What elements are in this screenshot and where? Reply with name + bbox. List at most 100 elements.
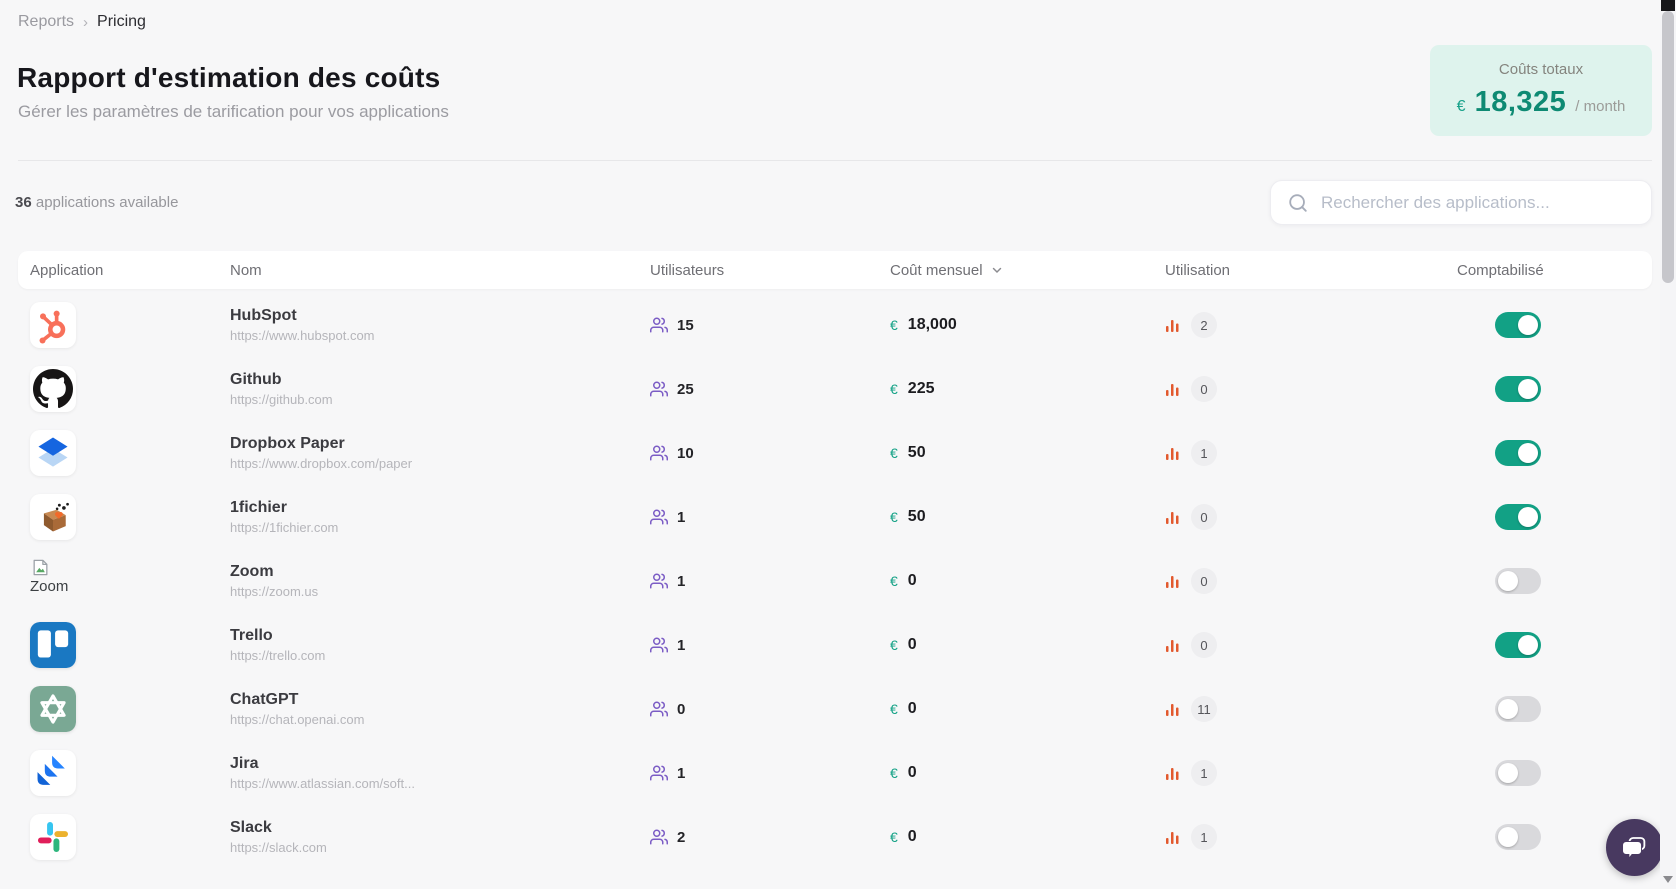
users-count: 1 xyxy=(677,764,686,782)
breadcrumb-separator-icon: › xyxy=(83,13,89,31)
applications-count-number: 36 xyxy=(15,194,32,211)
total-cost-period: / month xyxy=(1575,98,1626,115)
app-url: https://www.atlassian.com/soft... xyxy=(230,776,415,791)
1fichier-logo-icon xyxy=(30,494,76,540)
table-row: Github https://github.com 25 €225 0 xyxy=(18,357,1652,421)
usage-count-badge: 0 xyxy=(1191,568,1217,594)
euro-icon: € xyxy=(890,381,898,397)
euro-icon: € xyxy=(890,445,898,461)
bar-chart-icon xyxy=(1166,511,1179,524)
breadcrumb-current[interactable]: Pricing xyxy=(97,13,146,31)
app-name: Dropbox Paper xyxy=(230,435,345,452)
accounted-toggle[interactable] xyxy=(1495,632,1541,658)
bar-chart-icon xyxy=(1166,831,1179,844)
monthly-cost: 50 xyxy=(907,508,926,525)
search-input[interactable] xyxy=(1321,192,1635,213)
usage-count-badge: 0 xyxy=(1191,504,1217,530)
chat-launcher-button[interactable] xyxy=(1606,819,1663,876)
monthly-cost: 0 xyxy=(907,764,917,781)
users-count: 1 xyxy=(677,636,686,654)
column-header-accounted: Comptabilisé xyxy=(1457,261,1544,279)
users-count: 15 xyxy=(677,316,694,334)
page-title: Rapport d'estimation des coûts xyxy=(17,62,441,93)
usage-count-badge: 0 xyxy=(1191,632,1217,658)
table-row: Trello https://trello.com 1 €0 0 xyxy=(18,613,1652,677)
slack-logo-icon xyxy=(30,814,76,860)
applications-table: HubSpot https://www.hubspot.com 15 €18,00… xyxy=(18,293,1652,869)
scrollbar[interactable] xyxy=(1660,0,1676,889)
usage-count-badge: 1 xyxy=(1191,824,1217,850)
euro-icon: € xyxy=(890,701,898,717)
column-header-monthly-cost[interactable]: Coût mensuel xyxy=(890,262,1165,279)
users-icon xyxy=(650,445,668,461)
euro-icon: € xyxy=(890,765,898,781)
euro-icon: € xyxy=(890,637,898,653)
usage-count-badge: 2 xyxy=(1191,312,1217,338)
monthly-cost: 0 xyxy=(907,572,917,589)
users-count: 1 xyxy=(677,572,686,590)
total-cost-card: Coûts totaux € 18,325 / month xyxy=(1430,45,1652,136)
hubspot-logo-icon xyxy=(30,302,76,348)
bar-chart-icon xyxy=(1166,767,1179,780)
accounted-toggle[interactable] xyxy=(1495,504,1541,530)
accounted-toggle[interactable] xyxy=(1495,760,1541,786)
applications-count: 36 applications available xyxy=(15,194,178,211)
users-icon xyxy=(650,701,668,717)
monthly-cost: 0 xyxy=(907,700,917,717)
scrollbar-thumb[interactable] xyxy=(1662,11,1674,283)
total-cost-amount: 18,325 xyxy=(1474,86,1567,118)
app-url: https://github.com xyxy=(230,392,333,407)
euro-icon: € xyxy=(890,573,898,589)
bar-chart-icon xyxy=(1166,383,1179,396)
euro-icon: € xyxy=(890,317,898,333)
breadcrumb: Reports › Pricing xyxy=(18,13,146,31)
users-icon xyxy=(650,509,668,525)
total-cost-label: Coûts totaux xyxy=(1498,61,1584,78)
column-header-name: Nom xyxy=(230,261,262,279)
scrollbar-top-cap xyxy=(1661,0,1675,11)
scroll-down-arrow-icon[interactable] xyxy=(1663,876,1673,883)
accounted-toggle[interactable] xyxy=(1495,376,1541,402)
accounted-toggle[interactable] xyxy=(1495,440,1541,466)
table-row: Dropbox Paper https://www.dropbox.com/pap… xyxy=(18,421,1652,485)
app-name: ChatGPT xyxy=(230,691,299,708)
usage-count-badge: 0 xyxy=(1191,376,1217,402)
sort-chevron-down-icon xyxy=(992,267,1001,273)
users-icon xyxy=(650,829,668,845)
users-icon xyxy=(650,765,668,781)
users-icon xyxy=(650,637,668,653)
users-icon xyxy=(650,573,668,589)
trello-logo-icon xyxy=(30,622,76,668)
usage-count-badge: 1 xyxy=(1191,440,1217,466)
table-row: HubSpot https://www.hubspot.com 15 €18,00… xyxy=(18,293,1652,357)
app-name: Zoom xyxy=(230,563,274,580)
users-count: 0 xyxy=(677,700,686,718)
column-header-usage: Utilisation xyxy=(1165,261,1231,279)
app-url: https://www.hubspot.com xyxy=(230,328,375,343)
monthly-cost: 0 xyxy=(907,636,917,653)
app-name: Trello xyxy=(230,627,273,644)
search-box[interactable] xyxy=(1270,180,1652,225)
accounted-toggle[interactable] xyxy=(1495,696,1541,722)
euro-icon: € xyxy=(890,829,898,845)
accounted-toggle[interactable] xyxy=(1495,568,1541,594)
github-logo-icon xyxy=(30,366,76,412)
jira-logo-icon xyxy=(30,750,76,796)
monthly-cost: 225 xyxy=(907,380,935,397)
table-row: Zoom Zoom https://zoom.us 1 €0 0 xyxy=(18,549,1652,613)
accounted-toggle[interactable] xyxy=(1495,312,1541,338)
monthly-cost: 0 xyxy=(907,828,917,845)
breadcrumb-parent[interactable]: Reports xyxy=(18,13,74,31)
page-subtitle: Gérer les paramètres de tarification pou… xyxy=(18,102,449,121)
accounted-toggle[interactable] xyxy=(1495,824,1541,850)
currency-symbol: € xyxy=(1456,98,1466,115)
bar-chart-icon xyxy=(1166,703,1179,716)
app-url: https://www.dropbox.com/paper xyxy=(230,456,413,471)
image-alt-text: Zoom xyxy=(30,578,69,595)
table-row: 1fichier https://1fichier.com 1 €50 0 xyxy=(18,485,1652,549)
app-name: Jira xyxy=(230,755,259,772)
app-name: 1fichier xyxy=(230,499,287,516)
chat-bubble-icon xyxy=(1622,837,1646,860)
users-icon xyxy=(650,317,668,333)
broken-image-icon: Zoom xyxy=(30,558,76,604)
